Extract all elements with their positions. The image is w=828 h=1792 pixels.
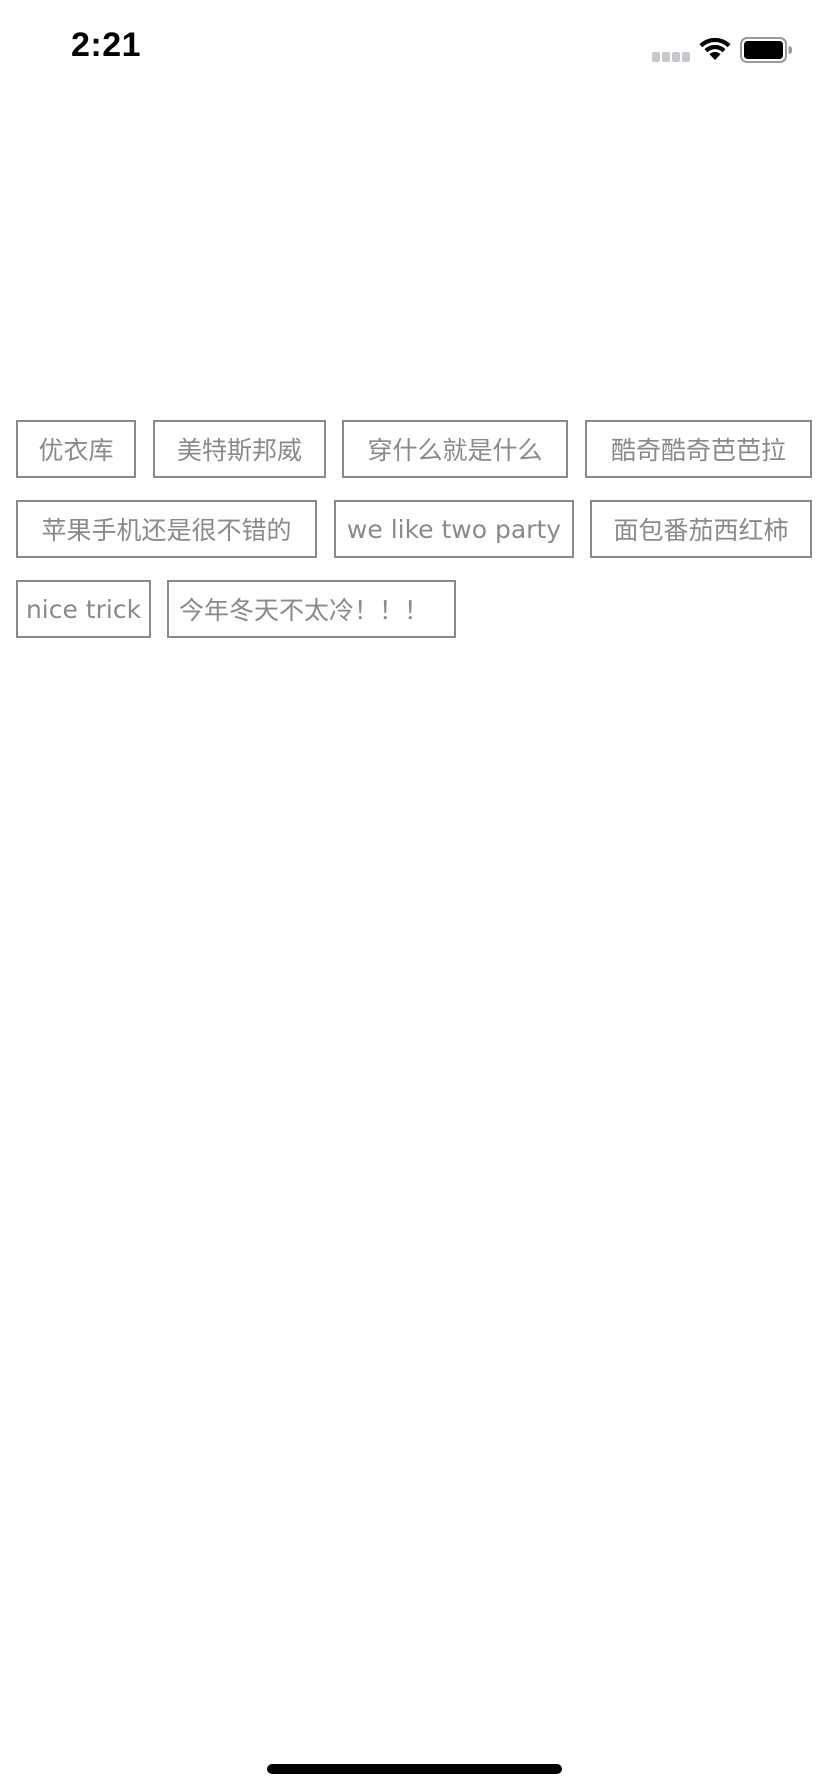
tag-item[interactable]: we like two party xyxy=(334,500,574,558)
tag-item[interactable]: 苹果手机还是很不错的 xyxy=(16,500,317,558)
home-indicator[interactable] xyxy=(267,1764,562,1774)
tag-cloud: 优衣库 美特斯邦威 穿什么就是什么 酷奇酷奇芭芭拉 苹果手机还是很不错的 we … xyxy=(0,0,828,1792)
tag-item[interactable]: 面包番茄西红柿 xyxy=(590,500,812,558)
tag-item[interactable]: nice trick xyxy=(16,580,151,638)
tag-item[interactable]: 美特斯邦威 xyxy=(153,420,326,478)
tag-item[interactable]: 酷奇酷奇芭芭拉 xyxy=(585,420,812,478)
tag-item[interactable]: 穿什么就是什么 xyxy=(342,420,568,478)
tag-item[interactable]: 今年冬天不太冷！！！ xyxy=(167,580,456,638)
tag-item[interactable]: 优衣库 xyxy=(16,420,136,478)
